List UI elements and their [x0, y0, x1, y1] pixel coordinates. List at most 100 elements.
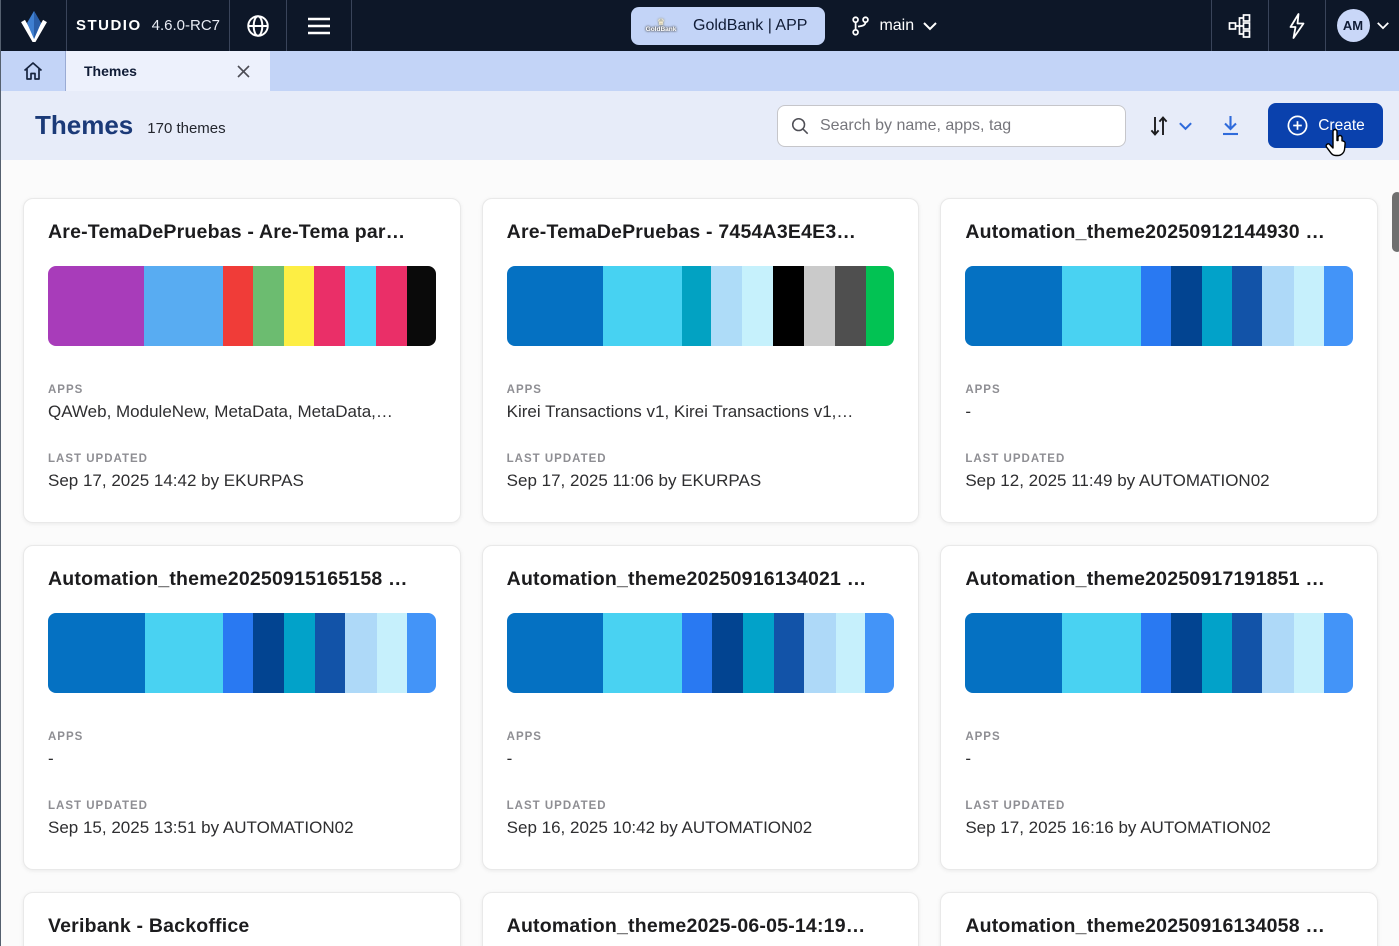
topbar-right-actions: AM	[1211, 0, 1399, 51]
app-selector[interactable]: ♛ GoldBank GoldBank | APP	[631, 7, 825, 45]
last-updated-value: Sep 17, 2025 11:06 by EKURPAS	[507, 471, 895, 491]
sort-button[interactable]	[1148, 114, 1193, 138]
palette-swatch	[253, 613, 284, 693]
vertical-scrollbar-thumb[interactable]	[1392, 192, 1399, 252]
palette-swatch	[603, 266, 682, 346]
theme-card-title: Automation_theme20250912144930 …	[965, 221, 1353, 244]
plus-circle-icon	[1286, 114, 1309, 137]
palette-swatch	[345, 613, 377, 693]
palette-swatch	[48, 613, 145, 693]
globe-icon	[245, 13, 271, 39]
palette-swatch	[1262, 266, 1294, 346]
palette-swatch	[1294, 266, 1324, 346]
palette-swatch	[253, 266, 284, 346]
studio-logo[interactable]	[1, 0, 66, 51]
branch-selector[interactable]: main	[849, 15, 938, 37]
theme-card-meta: APPS - LAST UPDATED Sep 15, 2025 13:51 b…	[48, 731, 436, 838]
theme-card-title: Automation_theme20250917191851 …	[965, 568, 1353, 591]
chevron-down-icon	[922, 21, 938, 31]
palette-swatch	[711, 266, 742, 346]
theme-card[interactable]: Are-TemaDePruebas - 7454A3E4E3… APPS Kir…	[482, 198, 920, 523]
sitemap-icon	[1227, 13, 1253, 39]
palette-swatch	[314, 266, 345, 346]
palette-swatch	[1171, 266, 1202, 346]
palette-swatch	[223, 613, 253, 693]
tab-themes[interactable]: Themes	[66, 51, 270, 91]
user-menu[interactable]: AM	[1326, 0, 1399, 51]
palette-swatch	[603, 613, 682, 693]
last-updated-value: Sep 17, 2025 16:16 by AUTOMATION02	[965, 818, 1353, 838]
palette-swatch	[1324, 266, 1353, 346]
palette-swatch	[774, 613, 804, 693]
palette-swatch	[507, 613, 604, 693]
palette-swatch	[507, 266, 603, 346]
themes-grid: Are-TemaDePruebas - Are-Tema par… APPS Q…	[1, 160, 1399, 946]
theme-palette	[48, 266, 436, 346]
palette-swatch	[804, 266, 835, 346]
theme-card[interactable]: Automation_theme20250912144930 … APPS - …	[940, 198, 1378, 523]
theme-palette	[507, 266, 895, 346]
top-navigation-bar: STUDIO 4.6.0-RC7 ♛ GoldBank GoldBank | A…	[1, 0, 1399, 51]
avatar: AM	[1337, 9, 1370, 42]
apps-label: APPS	[965, 384, 1353, 396]
palette-swatch	[1324, 613, 1353, 693]
palette-swatch	[682, 266, 712, 346]
apps-label: APPS	[507, 731, 895, 743]
theme-card[interactable]: Automation_theme20250916134058 …	[940, 892, 1378, 946]
search-icon	[790, 115, 810, 137]
palette-swatch	[1232, 613, 1262, 693]
theme-card[interactable]: Automation_theme2025-06-05-14:19…	[482, 892, 920, 946]
theme-card[interactable]: Automation_theme20250915165158 … APPS - …	[23, 545, 461, 870]
theme-card[interactable]: Automation_theme20250917191851 … APPS - …	[940, 545, 1378, 870]
palette-swatch	[865, 613, 894, 693]
theme-palette	[48, 613, 436, 693]
main-menu-button[interactable]	[287, 0, 351, 51]
tab-close-button[interactable]	[232, 60, 254, 82]
theme-palette	[965, 266, 1353, 346]
theme-card-meta: APPS QAWeb, ModuleNew, MetaData, MetaDat…	[48, 384, 436, 491]
download-icon	[1219, 114, 1242, 138]
theme-card-meta: APPS - LAST UPDATED Sep 16, 2025 10:42 b…	[507, 731, 895, 838]
palette-swatch	[1232, 266, 1262, 346]
quick-actions-button[interactable]	[1269, 0, 1325, 51]
palette-swatch	[284, 613, 315, 693]
last-updated-value: Sep 17, 2025 14:42 by EKURPAS	[48, 471, 436, 491]
language-button[interactable]	[230, 0, 286, 51]
palette-swatch	[345, 266, 376, 346]
theme-card-meta: APPS - LAST UPDATED Sep 17, 2025 16:16 b…	[965, 731, 1353, 838]
palette-swatch	[1062, 266, 1141, 346]
palette-swatch	[682, 613, 712, 693]
product-version: 4.6.0-RC7	[152, 17, 220, 34]
search-input[interactable]	[820, 117, 1113, 135]
hamburger-icon	[306, 16, 332, 36]
theme-card[interactable]: Veribank - Backoffice	[23, 892, 461, 946]
apps-label: APPS	[48, 731, 436, 743]
palette-swatch	[376, 266, 407, 346]
theme-card[interactable]: Are-TemaDePruebas - Are-Tema par… APPS Q…	[23, 198, 461, 523]
download-button[interactable]	[1219, 114, 1242, 138]
sitemap-button[interactable]	[1212, 0, 1268, 51]
palette-swatch	[144, 266, 223, 346]
divider	[351, 0, 352, 51]
theme-card-meta: APPS Kirei Transactions v1, Kirei Transa…	[507, 384, 895, 491]
theme-card-title: Automation_theme20250915165158 …	[48, 568, 436, 591]
apps-value: -	[48, 749, 436, 769]
theme-card[interactable]: Automation_theme20250916134021 … APPS - …	[482, 545, 920, 870]
palette-swatch	[1141, 266, 1171, 346]
search-box[interactable]	[777, 105, 1126, 147]
product-title: STUDIO	[76, 17, 142, 34]
palette-swatch	[804, 613, 836, 693]
palette-swatch	[965, 266, 1062, 346]
palette-swatch	[1262, 613, 1294, 693]
palette-swatch	[965, 613, 1062, 693]
theme-card-title: Veribank - Backoffice	[48, 915, 436, 938]
last-updated-value: Sep 16, 2025 10:42 by AUTOMATION02	[507, 818, 895, 838]
apps-label: APPS	[507, 384, 895, 396]
product-name: STUDIO 4.6.0-RC7	[67, 0, 229, 51]
palette-swatch	[835, 266, 866, 346]
home-button[interactable]	[1, 51, 66, 91]
palette-swatch	[145, 613, 224, 693]
themes-content: Are-TemaDePruebas - Are-Tema par… APPS Q…	[1, 160, 1399, 946]
create-button[interactable]: Create	[1268, 103, 1383, 148]
palette-swatch	[407, 613, 436, 693]
